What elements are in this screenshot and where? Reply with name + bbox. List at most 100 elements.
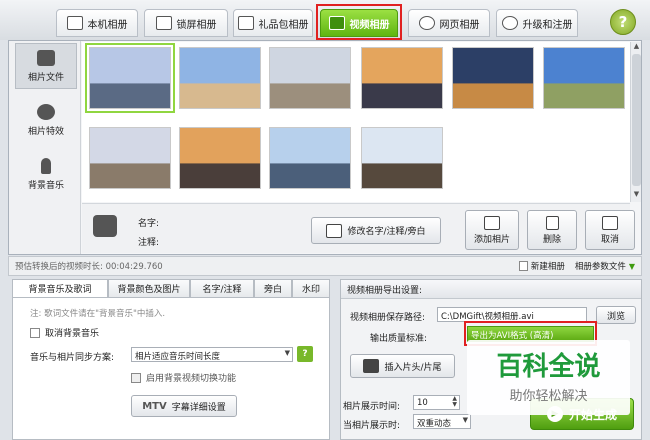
sidebar-item-background-music[interactable]: 背景音乐 [15, 151, 77, 197]
watermark-overlay: 百科全说 助你轻松解决 [467, 340, 630, 415]
photo-thumbnail[interactable] [85, 43, 175, 113]
photo-thumbnail[interactable] [361, 127, 443, 189]
tab-background-color-image[interactable]: 背景颜色及图片 [108, 279, 190, 298]
edit-name-note-button[interactable]: 修改名字/注释/旁白 [311, 217, 441, 244]
gift-icon [237, 16, 254, 30]
tab-watermark[interactable]: 水印 [292, 279, 330, 298]
cancel-music-checkbox[interactable]: 取消背景音乐 [30, 326, 99, 339]
sidebar-item-label: 相片文件 [27, 72, 64, 83]
effects-icon [37, 103, 55, 120]
help-button[interactable]: ? [610, 9, 636, 35]
photo-thumbnail[interactable] [179, 47, 261, 109]
show-mode-label: 当相片展示时: [343, 421, 401, 431]
mtv-label: MTV [142, 400, 167, 412]
photo-grid-scrollbar[interactable]: ▲ ▼ [630, 42, 641, 202]
video-camera-icon [363, 359, 380, 373]
highlight-box [316, 4, 402, 40]
dropdown-arrow-icon: ▼ [628, 261, 635, 271]
spinner-arrows-icon[interactable]: ▲ ▼ [452, 396, 457, 408]
sync-select[interactable]: 相片适应音乐时间长度 ▼ [131, 347, 293, 362]
photo-thumbnail[interactable] [452, 47, 534, 109]
sidebar-item-label: 相片特效 [27, 126, 64, 137]
monitor-icon [155, 16, 172, 30]
album-params-button[interactable]: 相册参数文件 ▼ [574, 260, 635, 273]
show-mode-select[interactable]: 双重动态 ▼ [413, 414, 471, 429]
lyrics-settings-button[interactable]: MTV 字幕详细设置 [131, 395, 237, 417]
chevron-down-icon: ▼ [284, 349, 290, 357]
ie-icon [418, 16, 435, 30]
tab-background-music-lyrics[interactable]: 背景音乐及歌词 [12, 279, 108, 298]
enable-video-switch-checkbox[interactable]: 启用背景视频切换功能 [131, 371, 236, 384]
camera-icon [93, 215, 117, 237]
show-mode-value: 双重动态 [417, 419, 452, 429]
sidebar-item-label: 背景音乐 [27, 180, 64, 191]
cancel-label: 取消 [600, 234, 619, 245]
show-time-value: 10 [417, 398, 428, 408]
status-bar: 预估转换后的视频时长: 00:04:29.760 新建相册 相册参数文件 ▼ [8, 256, 642, 276]
photo-thumbnail[interactable] [361, 47, 443, 109]
tab-voiceover[interactable]: 旁白 [254, 279, 292, 298]
sidebar-item-photo-effects[interactable]: 相片特效 [15, 97, 77, 143]
new-album-button[interactable]: 新建相册 [518, 260, 565, 272]
add-photo-label: 添加相片 [473, 234, 510, 245]
photo-thumbnail[interactable] [179, 127, 261, 189]
insert-intro-outro-label: 插入片头/片尾 [384, 362, 442, 373]
enable-video-switch-label: 启用背景视频切换功能 [146, 374, 237, 384]
sync-label: 音乐与相片同步方案: [30, 353, 115, 363]
add-photo-icon [484, 215, 500, 230]
tab-local-album[interactable]: 本机相册 [56, 9, 138, 37]
trash-icon [545, 215, 559, 230]
tab-label: 网页相册 [439, 19, 480, 31]
photo-thumbnail[interactable] [543, 47, 625, 109]
photo-thumbnail[interactable] [269, 127, 351, 189]
watermark-subtitle: 助你轻松解决 [509, 389, 588, 404]
grid-icon [602, 215, 618, 230]
checkbox-box [30, 327, 40, 338]
photo-thumbnail[interactable] [89, 127, 171, 189]
note-label: 注释: [138, 238, 160, 248]
scroll-down-icon[interactable]: ▼ [631, 190, 642, 201]
show-time-spinner[interactable]: 10 ▲ ▼ [413, 395, 460, 410]
sync-select-value: 相片适应音乐时间长度 [135, 352, 221, 362]
cancel-button[interactable]: 取消 [585, 210, 635, 250]
scroll-up-icon[interactable]: ▲ [631, 42, 642, 53]
add-photo-button[interactable]: 添加相片 [465, 210, 519, 250]
tab-label: 礼品包相册 [258, 19, 309, 31]
delete-button[interactable]: 删除 [527, 210, 577, 250]
estimated-duration: 预估转换后的视频时长: 00:04:29.760 [15, 262, 163, 272]
sidebar: 相片文件 相片特效 背景音乐 [9, 41, 81, 254]
pencil-icon [326, 223, 343, 238]
tab-gift-album[interactable]: 礼品包相册 [233, 9, 313, 37]
tab-upgrade-register[interactable]: 升级和注册 [496, 9, 578, 37]
camera-icon [66, 16, 83, 30]
edit-name-note-label: 修改名字/注释/旁白 [347, 227, 426, 237]
tab-lockscreen-album[interactable]: 锁屏相册 [144, 9, 228, 37]
photo-thumbnail[interactable] [269, 47, 351, 109]
album-params-label: 相册参数文件 [574, 262, 626, 272]
tab-label: 升级和注册 [522, 19, 573, 31]
help-icon[interactable]: ? [297, 346, 313, 362]
tab-label: 本机相册 [87, 19, 128, 31]
show-time-label: 相片展示时间: [343, 402, 401, 412]
globe-icon [501, 16, 518, 30]
chevron-down-icon: ▼ [462, 416, 468, 424]
browse-button[interactable]: 浏览 [596, 306, 636, 324]
delete-label: 删除 [542, 234, 561, 245]
cancel-music-label: 取消背景音乐 [45, 329, 100, 339]
sidebar-item-photo-files[interactable]: 相片文件 [15, 43, 77, 89]
save-path-input[interactable]: C:\DMGift\视频相册.avi [437, 307, 587, 322]
new-album-label: 新建相册 [530, 262, 565, 272]
tab-web-album[interactable]: 网页相册 [408, 9, 490, 37]
checkbox-box [131, 372, 141, 383]
tab-name-note[interactable]: 名字/注释 [190, 279, 254, 298]
document-icon [518, 261, 528, 271]
insert-intro-outro-button[interactable]: 插入片头/片尾 [350, 354, 455, 378]
camera-icon [37, 49, 55, 66]
scrollbar-thumb[interactable] [632, 54, 641, 186]
save-path-label: 视频相册保存路径: [350, 313, 426, 323]
watermark-title: 百科全说 [496, 352, 601, 382]
lyrics-settings-label: 字幕详细设置 [171, 402, 226, 413]
lyrics-note: 注: 歌词文件请在"背景音乐"中插入. [30, 309, 166, 319]
tab-label: 锁屏相册 [176, 19, 217, 31]
quality-label: 输出质量标准: [370, 334, 428, 344]
